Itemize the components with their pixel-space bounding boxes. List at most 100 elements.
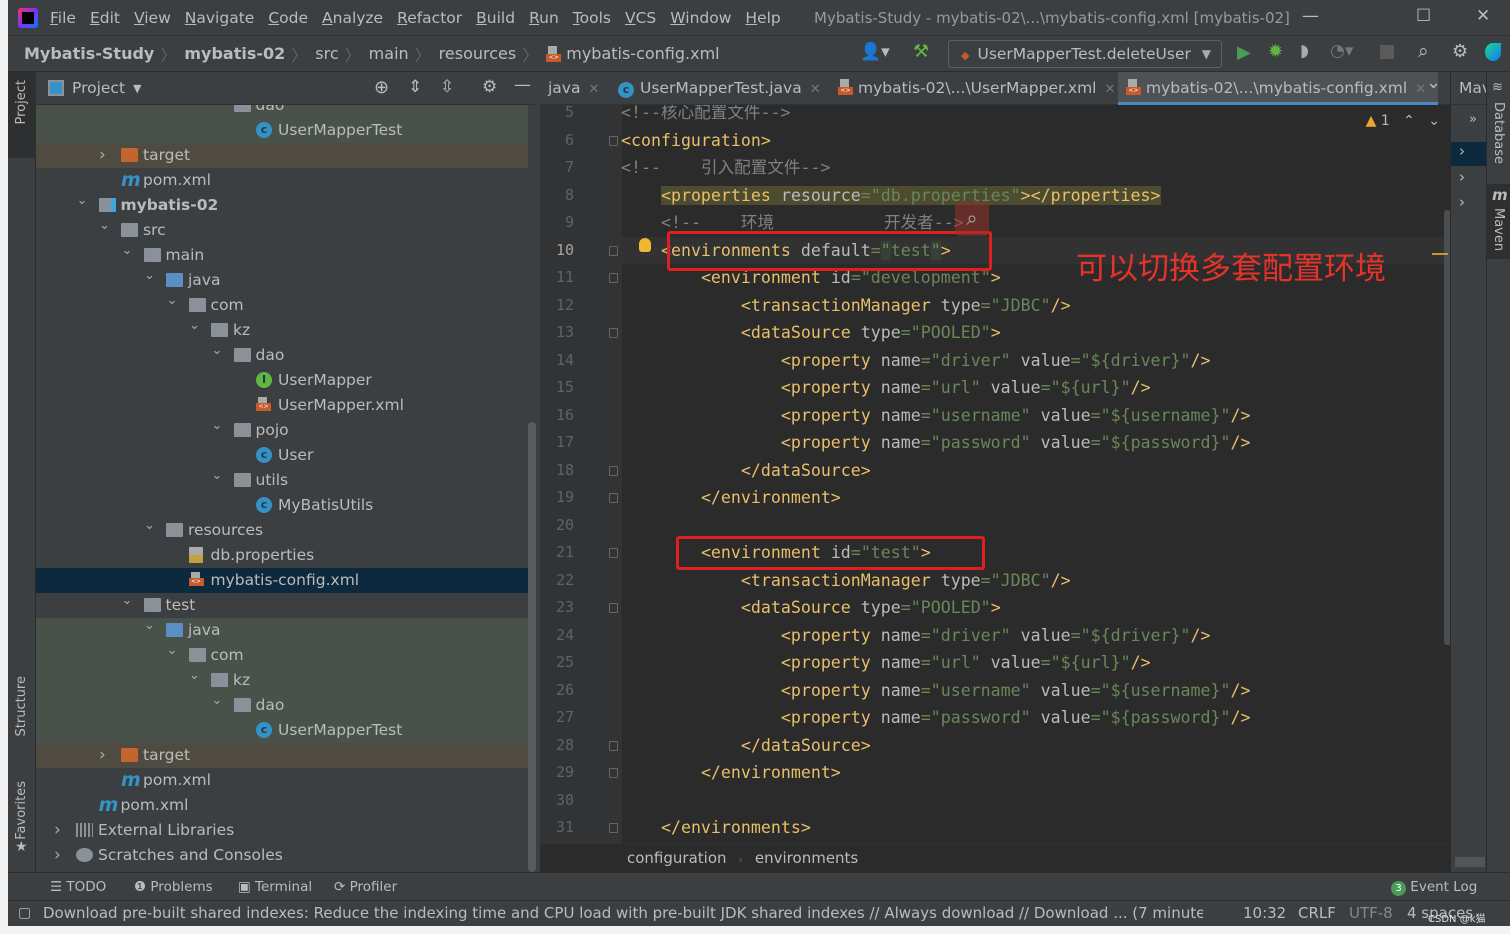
menu-build[interactable]: Build	[476, 9, 515, 27]
tree-item[interactable]: › External Libraries	[36, 818, 528, 843]
run-icon[interactable]: ▶	[1237, 42, 1251, 63]
tree-item[interactable]: ⌄ test	[36, 593, 528, 618]
code-line[interactable]: <!--核心配置文件-->	[621, 105, 1450, 127]
tree-item[interactable]: c MyBatisUtils	[36, 493, 528, 518]
tree-item[interactable]: m pom.xml	[36, 793, 528, 818]
close-tab-icon[interactable]: ✕	[1415, 82, 1426, 97]
event-log-button[interactable]: 3 Event Log	[1391, 873, 1477, 901]
tree-item[interactable]: ⌄dao	[36, 105, 528, 118]
hide-panel-icon[interactable]: —	[514, 75, 531, 95]
chevron-down-icon[interactable]: ⌄	[144, 613, 155, 638]
menu-edit[interactable]: Edit	[90, 9, 120, 27]
fold-marker-icon[interactable]	[609, 603, 618, 613]
structure-stripe-button[interactable]: Structure	[8, 672, 36, 758]
chevron-down-icon[interactable]: ⌄	[189, 313, 200, 338]
code-line[interactable]: <property name="url" value="${url}"/>	[621, 649, 1450, 677]
expand-all-icon[interactable]: ⇕	[408, 77, 422, 97]
project-stripe-button[interactable]: Project	[8, 72, 36, 158]
toolbox-icon[interactable]	[1485, 43, 1501, 61]
fold-marker-icon[interactable]	[609, 548, 618, 558]
tree-item[interactable]: c UserMapperTest	[36, 118, 528, 143]
fold-marker-icon[interactable]	[609, 245, 618, 256]
tree-item[interactable]: › Scratches and Consoles	[36, 843, 528, 868]
code-line[interactable]	[621, 512, 1450, 540]
chevron-down-icon[interactable]: ⌄	[99, 213, 110, 238]
minimize-button[interactable]: —	[1302, 6, 1319, 26]
code-line[interactable]: </environments>	[621, 814, 1450, 842]
tree-item[interactable]: ⌄ resources	[36, 518, 528, 543]
tree-item[interactable]: ⌄ main	[36, 243, 528, 268]
search-icon[interactable]: ⌕	[1418, 40, 1429, 62]
tree-item[interactable]: ⌄ kz	[36, 668, 528, 693]
close-tab-icon[interactable]: ✕	[588, 82, 599, 97]
settings-gear-icon[interactable]: ⚙	[482, 77, 497, 97]
chevron-down-icon[interactable]: ⌄	[122, 238, 133, 263]
code-editor[interactable]: 5 6 7 8 9 10 11 12 13 14 15 16 17 18 19 20 21 22 23 24 25 26 2…	[540, 105, 1450, 843]
chevron-down-icon[interactable]: ⌄	[122, 588, 133, 613]
tree-item[interactable]: m pom.xml	[36, 168, 528, 193]
database-stripe-button[interactable]: ≋ Database	[1487, 80, 1510, 165]
breadcrumb-environments[interactable]: environments	[755, 849, 858, 867]
chevron-down-icon[interactable]: ⌄	[167, 288, 178, 313]
menu-help[interactable]: Help	[745, 9, 780, 27]
tree-item[interactable]: I UserMapper	[36, 368, 528, 393]
profiler-button[interactable]: ⟳ Profiler	[334, 873, 397, 901]
tree-item[interactable]: mybatis-config.xml	[36, 568, 528, 593]
editor-tab[interactable]: mybatis-02\...\mybatis-config.xml ✕	[1118, 72, 1438, 105]
caret-position[interactable]: 10:32	[1243, 901, 1286, 926]
chevron-right-icon[interactable]: ›	[54, 818, 61, 843]
code-line[interactable]: <transactionManager type="JDBC"/>	[621, 292, 1450, 320]
chevron-down-icon[interactable]: ⌄	[189, 663, 200, 688]
chevron-down-icon[interactable]: ⌄	[77, 188, 88, 213]
code-line[interactable]: </environment>	[621, 759, 1450, 787]
code-line[interactable]: <property name="url" value="${url}"/>	[621, 374, 1450, 402]
chevron-right-icon[interactable]: ›	[99, 743, 106, 768]
status-toggle-icon[interactable]: ▢	[18, 901, 31, 926]
close-tab-icon[interactable]: ✕	[810, 82, 821, 97]
code-line[interactable]: </dataSource>	[621, 457, 1450, 485]
maven-project-item[interactable]: ›	[1459, 168, 1465, 186]
project-scrollbar[interactable]	[528, 422, 536, 872]
menu-run[interactable]: Run	[529, 9, 559, 27]
tree-item[interactable]: ⌄ com	[36, 643, 528, 668]
menu-analyze[interactable]: Analyze	[322, 9, 383, 27]
fold-marker-icon[interactable]	[609, 768, 618, 778]
lightbulb-icon[interactable]	[639, 238, 651, 252]
tree-item[interactable]: ⌄ pojo	[36, 418, 528, 443]
breadcrumb-configuration[interactable]: configuration	[627, 849, 727, 867]
run-configuration-select[interactable]: ◆ UserMapperTest.deleteUser ▼	[948, 40, 1222, 68]
settings-gear-icon[interactable]: ⚙	[1452, 41, 1468, 62]
code-line[interactable]: <property name="username" value="${usern…	[621, 402, 1450, 430]
tree-item[interactable]: ⌄ com	[36, 293, 528, 318]
code-line[interactable]: <property name="driver" value="${driver}…	[621, 622, 1450, 650]
maven-project-item[interactable]: ›	[1451, 142, 1487, 166]
fold-marker-icon[interactable]	[609, 740, 618, 751]
status-message[interactable]: Download pre-built shared indexes: Reduc…	[43, 901, 1203, 926]
code-line[interactable]: <dataSource type="POOLED">	[621, 319, 1450, 347]
tree-item[interactable]: ⌄ kz	[36, 318, 528, 343]
chevron-down-icon[interactable]: ▼	[133, 82, 141, 95]
menu-code[interactable]: Code	[268, 9, 308, 27]
vcs-user-icon[interactable]: 👤▾	[860, 42, 890, 62]
code-line[interactable]	[621, 787, 1450, 815]
menu-view[interactable]: View	[134, 9, 171, 27]
maximize-button[interactable]: ☐	[1416, 6, 1431, 26]
chevron-down-icon[interactable]: ⌄	[144, 513, 155, 538]
favorites-stripe-button[interactable]: Favorites ★	[8, 777, 36, 863]
build-hammer-icon[interactable]: ⚒	[913, 41, 929, 62]
more-icon[interactable]: »	[1469, 112, 1477, 127]
maven-scrollbar[interactable]	[1455, 857, 1485, 867]
menu-file[interactable]: File	[50, 9, 76, 27]
code-line[interactable]: <properties resource="db.properties"></p…	[621, 182, 1450, 210]
next-highlight-icon[interactable]: ⌄	[1428, 113, 1440, 129]
profile-icon[interactable]: ◔▾	[1330, 41, 1353, 61]
close-button[interactable]: ✕	[1476, 6, 1490, 26]
project-view-selector[interactable]: Project	[72, 79, 125, 97]
code-line[interactable]: <configuration>	[621, 127, 1450, 155]
code-line[interactable]: <property name="driver" value="${driver}…	[621, 347, 1450, 375]
terminal-button[interactable]: ▣ Terminal	[238, 873, 312, 901]
tree-item[interactable]: ⌄dao	[36, 343, 528, 368]
code-line[interactable]: <property name="password" value="${passw…	[621, 704, 1450, 732]
code-line[interactable]: </environment>	[621, 484, 1450, 512]
menu-tools[interactable]: Tools	[573, 9, 611, 27]
